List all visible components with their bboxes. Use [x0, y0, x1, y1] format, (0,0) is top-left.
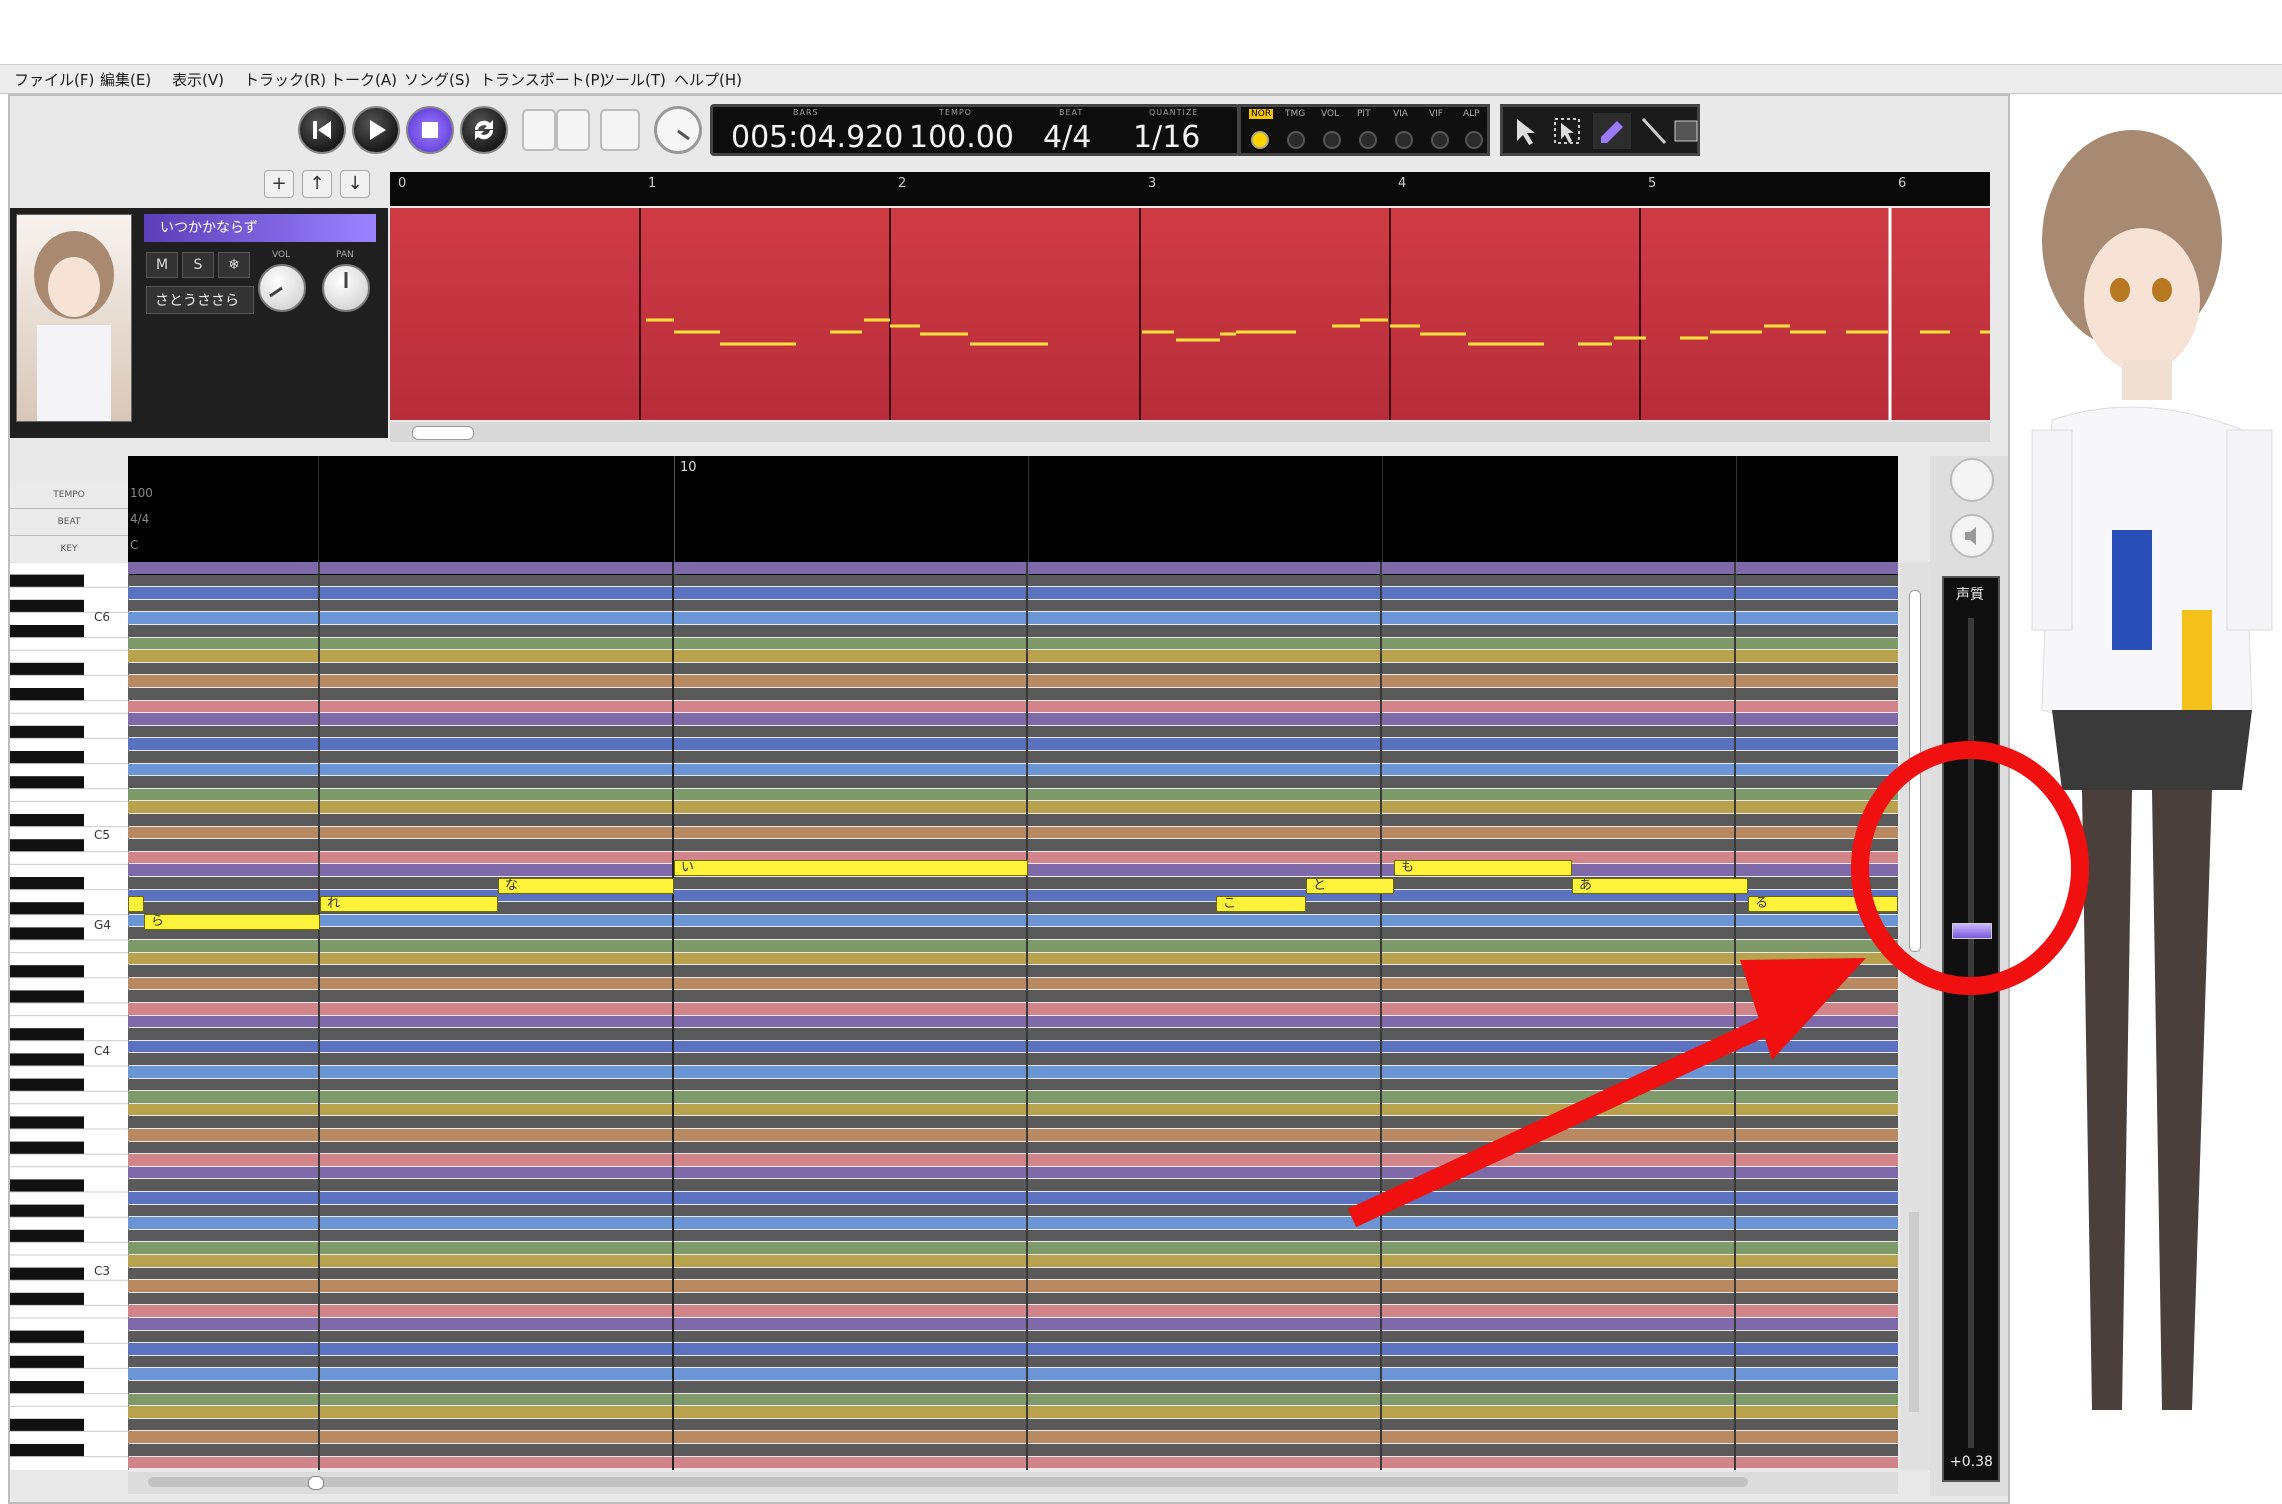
annotation-circle	[1851, 741, 2089, 995]
annotation-arrow-shaft	[1347, 1000, 1805, 1228]
annotation-overlay	[1347, 741, 2089, 1228]
annotation-arrow-head	[1740, 958, 1866, 1060]
